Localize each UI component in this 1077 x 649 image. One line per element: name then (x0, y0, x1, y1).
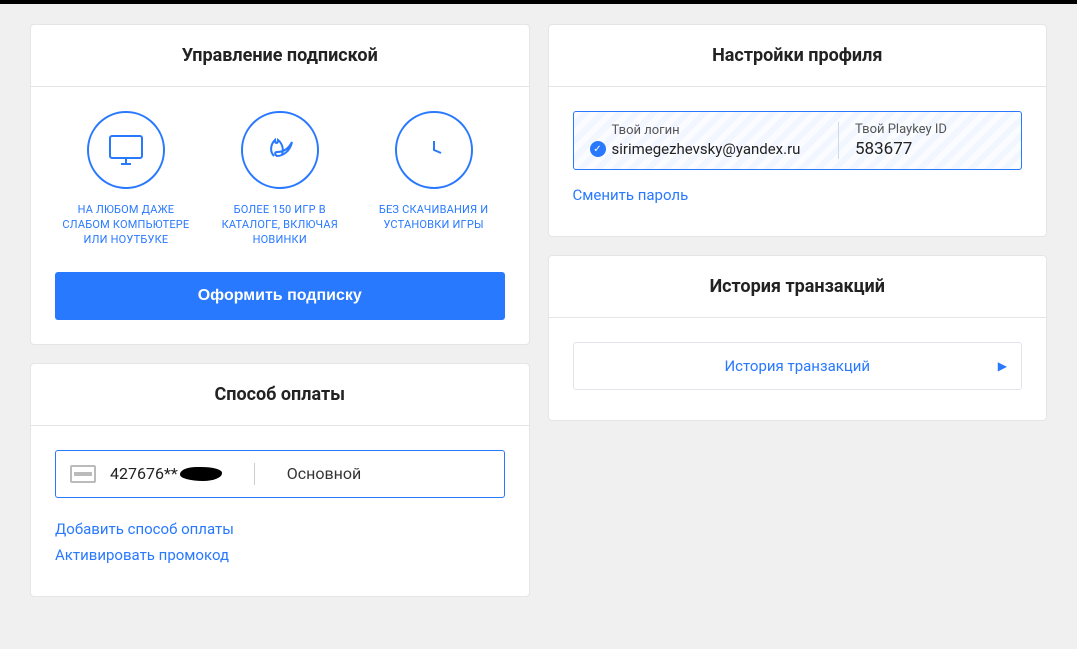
card-number-prefix: 427676** (110, 464, 178, 483)
monitor-icon (87, 111, 165, 189)
add-payment-link[interactable]: Добавить способ оплаты (55, 520, 505, 538)
id-value: 583677 (855, 139, 1005, 159)
payment-card: Способ оплаты 427676** Основной Добавить… (30, 363, 530, 597)
card-status: Основной (287, 464, 361, 483)
feature-catalog: БОЛЕЕ 150 ИГР В КАТАЛОГЕ, ВКЛЮЧАЯ НОВИНК… (209, 111, 351, 248)
clock-icon (395, 111, 473, 189)
subscription-title: Управление подпиской (31, 25, 529, 87)
profile-title: Настройки профиля (549, 25, 1047, 87)
features-row: НА ЛЮБОМ ДАЖЕ СЛАБОМ КОМПЬЮТЕРЕ ИЛИ НОУТ… (55, 111, 505, 248)
payment-body: 427676** Основной Добавить способ оплаты… (31, 426, 529, 596)
login-value-row: ✓ sirimegezhevsky@yandex.ru (590, 140, 823, 158)
id-label: Твой Playkey ID (855, 122, 1005, 137)
activate-promo-link[interactable]: Активировать промокод (55, 546, 505, 564)
subscribe-button[interactable]: Оформить подписку (55, 272, 505, 320)
feature-catalog-label: БОЛЕЕ 150 ИГР В КАТАЛОГЕ, ВКЛЮЧАЯ НОВИНК… (209, 203, 351, 248)
flame-pepper-icon (241, 111, 319, 189)
history-card: История транзакций История транзакций ▶ (548, 255, 1048, 421)
divider (254, 463, 255, 485)
profile-card: Настройки профиля Твой логин ✓ sirimegez… (548, 24, 1048, 237)
history-button[interactable]: История транзакций ▶ (573, 342, 1023, 390)
profile-info-box: Твой логин ✓ sirimegezhevsky@yandex.ru Т… (573, 111, 1023, 170)
chevron-right-icon: ▶ (998, 359, 1007, 373)
feature-any-pc: НА ЛЮБОМ ДАЖЕ СЛАБОМ КОМПЬЮТЕРЕ ИЛИ НОУТ… (55, 111, 197, 248)
history-title: История транзакций (549, 256, 1047, 318)
feature-no-install: БЕЗ СКАЧИВАНИЯ И УСТАНОВКИ ИГРЫ (363, 111, 505, 248)
payment-method-row[interactable]: 427676** Основной (55, 450, 505, 498)
payment-title: Способ оплаты (31, 364, 529, 426)
change-password-link[interactable]: Сменить пароль (573, 186, 1023, 204)
subscription-card: Управление подпиской НА ЛЮБОМ ДАЖЕ СЛАБО… (30, 24, 530, 345)
profile-login-block: Твой логин ✓ sirimegezhevsky@yandex.ru (590, 123, 823, 158)
history-button-label: История транзакций (724, 357, 870, 375)
profile-divider (838, 122, 839, 159)
left-column: Управление подпиской НА ЛЮБОМ ДАЖЕ СЛАБО… (30, 24, 530, 597)
page: Управление подпиской НА ЛЮБОМ ДАЖЕ СЛАБО… (0, 4, 1077, 617)
credit-card-icon (70, 465, 96, 483)
profile-body: Твой логин ✓ sirimegezhevsky@yandex.ru Т… (549, 87, 1047, 236)
subscription-body: НА ЛЮБОМ ДАЖЕ СЛАБОМ КОМПЬЮТЕРЕ ИЛИ НОУТ… (31, 87, 529, 344)
feature-any-pc-label: НА ЛЮБОМ ДАЖЕ СЛАБОМ КОМПЬЮТЕРЕ ИЛИ НОУТ… (55, 203, 197, 248)
verified-icon: ✓ (590, 141, 606, 157)
login-label: Твой логин (590, 123, 823, 138)
right-column: Настройки профиля Твой логин ✓ sirimegez… (548, 24, 1048, 421)
card-number: 427676** (110, 464, 222, 483)
login-value: sirimegezhevsky@yandex.ru (612, 140, 801, 158)
redacted-icon (180, 467, 222, 481)
profile-id-block: Твой Playkey ID 583677 (855, 122, 1005, 159)
history-body: История транзакций ▶ (549, 318, 1047, 420)
feature-no-install-label: БЕЗ СКАЧИВАНИЯ И УСТАНОВКИ ИГРЫ (363, 203, 505, 233)
